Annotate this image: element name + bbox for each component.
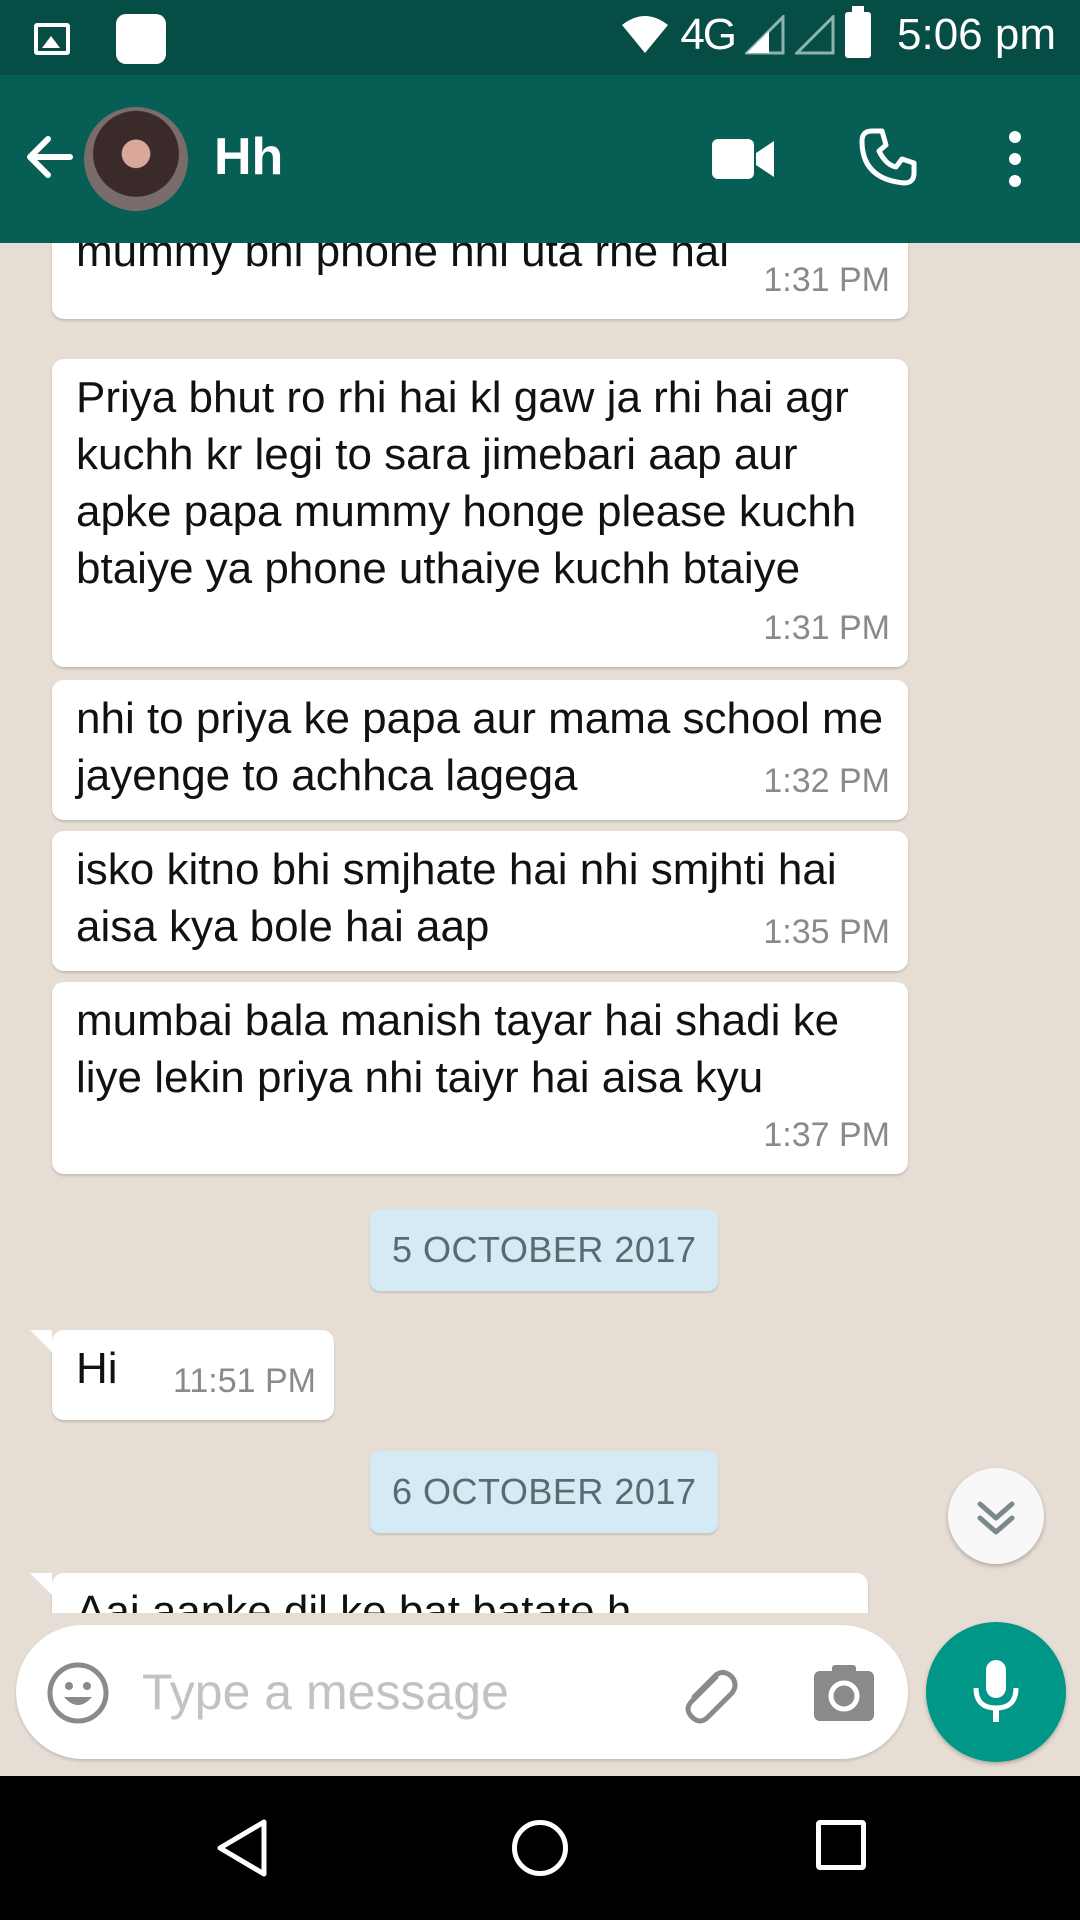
message-time: 1:32 PM <box>763 762 890 800</box>
attach-icon[interactable] <box>676 1663 740 1727</box>
chat-header: Hh <box>0 75 1080 243</box>
microphone-icon <box>973 1660 1019 1722</box>
scroll-to-bottom-button[interactable] <box>948 1468 1044 1564</box>
message-text: Aaj aapke dil ke bat batate h <box>76 1587 632 1613</box>
system-navigation-bar <box>0 1776 1080 1920</box>
date-separator: 6 OCTOBER 2017 <box>370 1451 719 1533</box>
emoji-icon[interactable] <box>46 1661 110 1725</box>
message-bubble[interactable]: mumbai bala manish tayar hai shadi ke li… <box>52 982 908 1174</box>
network-type-label: 4G <box>680 10 737 59</box>
camera-icon[interactable] <box>812 1663 876 1723</box>
back-arrow-icon[interactable] <box>20 127 80 187</box>
message-bubble[interactable]: mummy bhi phone nhi uta rhe hai 1:31 PM <box>52 243 908 319</box>
nav-recents-icon[interactable] <box>816 1820 866 1870</box>
message-time: 1:35 PM <box>763 913 890 951</box>
message-bubble[interactable]: Hi 11:51 PM <box>30 1330 334 1420</box>
message-time: 1:31 PM <box>763 609 890 647</box>
clock-time: 5:06 pm <box>897 10 1056 59</box>
message-text: mumbai bala manish tayar hai shadi ke li… <box>76 996 852 1102</box>
nav-home-icon[interactable] <box>512 1820 568 1876</box>
message-time: 11:51 PM <box>172 1362 316 1400</box>
app-notification-icon <box>116 14 166 64</box>
voice-message-button[interactable] <box>926 1622 1066 1762</box>
video-call-icon[interactable] <box>712 137 776 181</box>
nav-back-icon[interactable] <box>214 1818 270 1878</box>
message-bubble[interactable]: isko kitno bhi smjhate hai nhi smjhti ha… <box>52 831 908 971</box>
status-bar: 4G 5:06 pm <box>0 0 1080 75</box>
message-text: Priya bhut ro rhi hai kl gaw ja rhi hai … <box>76 373 869 593</box>
message-bubble[interactable]: nhi to priya ke papa aur mama school me … <box>52 680 908 820</box>
voice-call-icon[interactable] <box>858 127 918 187</box>
message-time: 1:37 PM <box>763 1116 890 1154</box>
wifi-icon <box>622 16 669 53</box>
battery-icon <box>845 6 872 58</box>
message-list[interactable]: mummy bhi phone nhi uta rhe hai 1:31 PM … <box>0 243 1080 1613</box>
whatsapp-chat-screen: 4G 5:06 pm Hh mummy bhi phone nhi uta rh… <box>0 0 1080 1920</box>
signal-strength-icon <box>745 15 785 55</box>
contact-name[interactable]: Hh <box>214 127 283 187</box>
gallery-notification-icon <box>34 23 70 55</box>
contact-avatar[interactable] <box>84 107 188 211</box>
message-bubble[interactable]: Priya bhut ro rhi hai kl gaw ja rhi hai … <box>52 359 908 667</box>
message-bubble[interactable]: Aaj aapke dil ke bat batate h <box>30 1573 868 1613</box>
signal-strength-2-icon <box>795 15 835 55</box>
overflow-menu-icon[interactable] <box>1000 131 1030 191</box>
date-separator: 5 OCTOBER 2017 <box>370 1209 719 1291</box>
message-input[interactable] <box>140 1651 664 1733</box>
message-composer <box>16 1625 908 1759</box>
double-chevron-down-icon <box>977 1501 1015 1535</box>
message-time: 1:31 PM <box>763 261 890 299</box>
